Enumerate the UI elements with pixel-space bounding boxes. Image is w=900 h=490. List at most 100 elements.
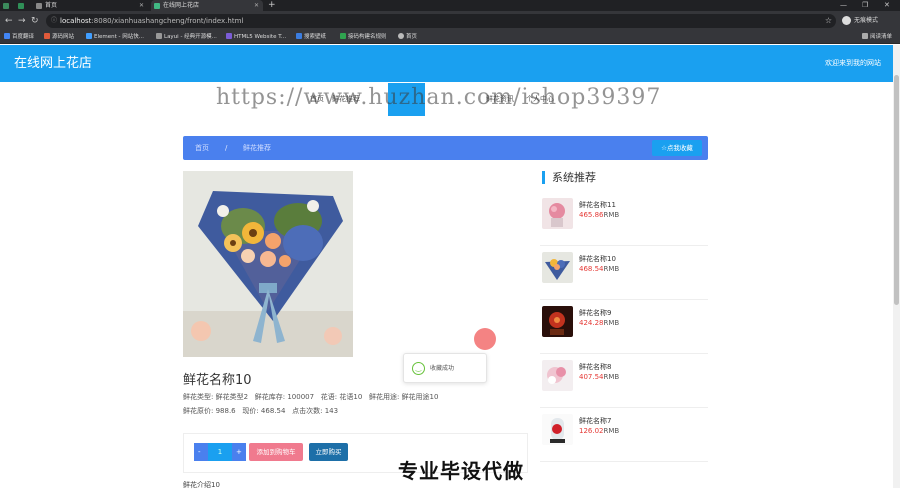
url-input[interactable]: ⓘ localhost:8080/xianhuashangcheng/front… [46,14,836,28]
recommend-price: 424.28RMB [579,319,619,327]
recommend-price: 468.54RMB [579,265,619,273]
bookmark-item[interactable]: 百度翻译 [4,31,34,44]
recommend-title: 系统推荐 [542,171,596,184]
price-value: 468.54 [579,265,604,273]
add-to-cart-button[interactable]: 添加到购物车 [249,443,303,461]
click-indicator [474,328,496,350]
flower-thumbnail-icon [542,414,573,445]
watermark-slogan: 专业毕设代做 [398,459,524,483]
new-tab-icon[interactable]: + [268,0,276,11]
info-icon[interactable]: ⓘ [51,14,57,28]
bookmark-item[interactable]: 源码网站 [44,31,74,44]
recommend-name: 鲜花名称7 [579,417,612,425]
bookmark-item[interactable]: 搜索壁纸 [296,31,326,44]
currency: RMB [603,211,620,219]
product-image [183,171,353,357]
product-meta-row-1: 鲜花类型: 鲜花类型2 鲜花库存: 100007 花语: 花语10 鲜花用途: … [183,392,438,402]
recommend-item[interactable]: 鲜花名称11 465.86RMB [540,192,708,246]
use-label: 鲜花用途: [368,393,400,401]
favorite-button[interactable]: ☆点我收藏 [652,140,702,156]
bookmark-label: 百度翻译 [12,34,35,40]
recommend-price: 465.86RMB [579,211,619,219]
bookmark-item[interactable]: 接码构建名规则 [340,31,387,44]
browser-tab-strip: 首页 ✕ 在线网上花店 ✕ + — ❐ ✕ [0,0,900,11]
breadcrumb-separator: / [225,144,228,152]
product-meta-row-2: 鲜花原价: 988.6 现价: 468.54 点击次数: 143 [183,406,338,416]
browser-tab-title: 首页 [45,2,58,9]
reading-list-icon [862,33,868,39]
currency: RMB [603,319,620,327]
quantity-stepper[interactable]: - 1 + [194,443,246,461]
toast-text: 收藏成功 [430,365,455,372]
breadcrumb-home[interactable]: 首页 [195,136,209,160]
browser-tab-3[interactable]: 首页 ✕ [33,0,148,11]
recommend-thumbnail [542,198,573,229]
close-tab-icon[interactable]: ✕ [254,0,259,11]
bookmark-label: 搜索壁纸 [304,34,327,40]
stock-value: 100007 [287,393,315,401]
forward-icon[interactable]: → [18,14,26,28]
price-value: 126.02 [579,427,604,435]
bookmark-icon [4,33,10,39]
flower-thumbnail-icon [542,360,573,391]
recommend-item[interactable]: 鲜花名称10 468.54RMB [540,246,708,300]
bookmark-icon [340,33,346,39]
back-icon[interactable]: ← [5,14,13,28]
stock-label: 鲜花库存: [254,393,286,401]
price-value: 424.28 [579,319,604,327]
bookmark-item[interactable]: Layui - 经典开源模... [156,31,217,44]
profile-label: 无痕模式 [854,17,879,24]
recommend-name: 鲜花名称9 [579,309,612,317]
current-price-label: 现价: [242,407,259,415]
incognito-profile[interactable]: 无痕模式 [842,15,878,27]
currency: RMB [603,427,620,435]
clicks-label: 点击次数: [292,407,323,415]
bookmark-label: Layui - 经典开源模... [164,34,217,40]
close-window-icon[interactable]: ✕ [884,0,890,11]
recommend-item[interactable]: 鲜花名称7 126.02RMB [540,408,708,462]
site-title[interactable]: 在线网上花店 [14,45,92,82]
bookmark-icon [44,33,50,39]
bookmark-label: Element - 网站快... [94,34,144,40]
address-toolbar: ← → ↻ ⓘ localhost:8080/xianhuashangcheng… [0,11,900,31]
buy-now-button[interactable]: 立即购买 [309,443,348,461]
current-price-value: 468.54 [260,407,286,415]
recommend-item[interactable]: 鲜花名称9 424.28RMB [540,300,708,354]
minimize-icon[interactable]: — [840,0,847,11]
bookmark-item[interactable]: 首页 [398,31,417,44]
close-tab-icon[interactable]: ✕ [139,0,144,11]
recommend-thumbnail [542,360,573,391]
use-value: 鲜花用途10 [401,393,439,401]
bookmark-star-icon[interactable]: ☆ [825,14,832,28]
recommend-name: 鲜花名称11 [579,201,616,209]
language-label: 花语: [320,393,338,401]
decrease-button[interactable]: - [198,443,201,461]
flower-thumbnail-icon [542,198,573,229]
scrollbar-thumb[interactable] [894,75,899,305]
reload-icon[interactable]: ↻ [31,14,39,28]
recommend-price: 407.54RMB [579,373,619,381]
increase-button[interactable]: + [236,443,242,461]
language-value: 花语10 [339,393,363,401]
reading-list[interactable]: 阅读清单 [862,31,892,44]
clicks-value: 143 [324,407,339,415]
browser-tab-4[interactable]: 在线网上花店 ✕ [151,0,263,11]
bookmark-item[interactable]: Element - 网站快... [86,31,144,44]
recommend-price: 126.02RMB [579,427,619,435]
restore-icon[interactable]: ❐ [862,0,868,11]
recommend-thumbnail [542,414,573,445]
recommend-thumbnail [542,306,573,337]
recommend-name: 鲜花名称10 [579,255,616,263]
quantity-input[interactable]: 1 [208,443,232,461]
flower-thumbnail-icon [542,306,573,337]
vue-favicon-icon [154,3,160,9]
bookmark-item[interactable]: HTML5 Website T... [226,31,286,44]
globe-icon [398,33,404,39]
recommend-item[interactable]: 鲜花名称8 407.54RMB [540,354,708,408]
flower-thumbnail-icon [542,252,573,283]
page-scrollbar[interactable] [893,45,900,488]
recommend-thumbnail [542,252,573,283]
browser-tab-2[interactable] [15,0,30,11]
bookmark-label: 首页 [406,34,418,40]
browser-tab-1[interactable] [0,0,14,11]
